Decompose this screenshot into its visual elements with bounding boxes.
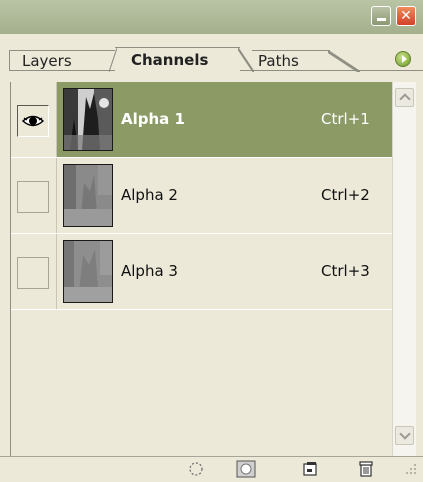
tab-channels[interactable]: Channels: [109, 47, 254, 72]
load-selection-button[interactable]: [186, 460, 206, 478]
channel-list: Alpha 1 Ctrl+1 Alpha 2 Ctrl+2 Alpha 3 Ct…: [10, 82, 393, 456]
channel-shortcut: Ctrl+3: [321, 262, 370, 280]
tab-bar: Layers Paths Channels: [0, 34, 423, 74]
save-selection-as-channel-icon: [236, 460, 256, 478]
visibility-cell: [11, 82, 57, 157]
visibility-cell: [11, 158, 57, 233]
channel-name: Alpha 1: [121, 110, 185, 128]
tab-layers[interactable]: Layers: [9, 50, 115, 71]
channel-thumbnail: [63, 240, 113, 303]
eye-icon: [22, 115, 44, 127]
close-button[interactable]: ✕: [396, 6, 416, 26]
vertical-scrollbar[interactable]: [392, 82, 416, 456]
chevron-up-icon: [398, 93, 411, 105]
channels-toolbar: [0, 456, 423, 481]
chevron-down-icon: [398, 428, 411, 440]
scroll-up-button[interactable]: [395, 88, 414, 107]
tab-paths[interactable]: Paths: [252, 50, 360, 72]
visibility-cell: [11, 234, 57, 309]
minimize-button[interactable]: [371, 6, 391, 26]
save-selection-button[interactable]: [236, 460, 256, 478]
scroll-down-button[interactable]: [395, 426, 414, 445]
channel-row-alpha-1[interactable]: Alpha 1 Ctrl+1: [11, 82, 393, 158]
new-channel-icon: [303, 462, 317, 476]
channel-thumbnail: [63, 88, 113, 151]
minimize-icon: [376, 17, 386, 21]
close-icon: ✕: [400, 8, 412, 24]
load-channel-as-selection-icon: [189, 462, 203, 476]
channel-name: Alpha 2: [121, 186, 178, 204]
delete-channel-button[interactable]: [356, 460, 376, 478]
channel-thumbnail: [63, 164, 113, 227]
panel-title-bar: ✕: [0, 0, 423, 35]
resize-grip-icon: [406, 464, 416, 474]
visibility-toggle[interactable]: [17, 105, 49, 137]
panel-menu-arrow-icon: [401, 55, 407, 63]
new-channel-button[interactable]: [300, 460, 320, 478]
visibility-toggle[interactable]: [17, 257, 49, 289]
channel-shortcut: Ctrl+2: [321, 186, 370, 204]
channel-name: Alpha 3: [121, 262, 178, 280]
panel-menu-button[interactable]: [395, 51, 411, 67]
visibility-toggle[interactable]: [17, 181, 49, 213]
trash-icon: [359, 461, 373, 477]
channel-row-alpha-3[interactable]: Alpha 3 Ctrl+3: [11, 234, 393, 310]
channel-shortcut: Ctrl+1: [321, 110, 370, 128]
resize-grip[interactable]: [402, 462, 418, 478]
channel-row-alpha-2[interactable]: Alpha 2 Ctrl+2: [11, 158, 393, 234]
